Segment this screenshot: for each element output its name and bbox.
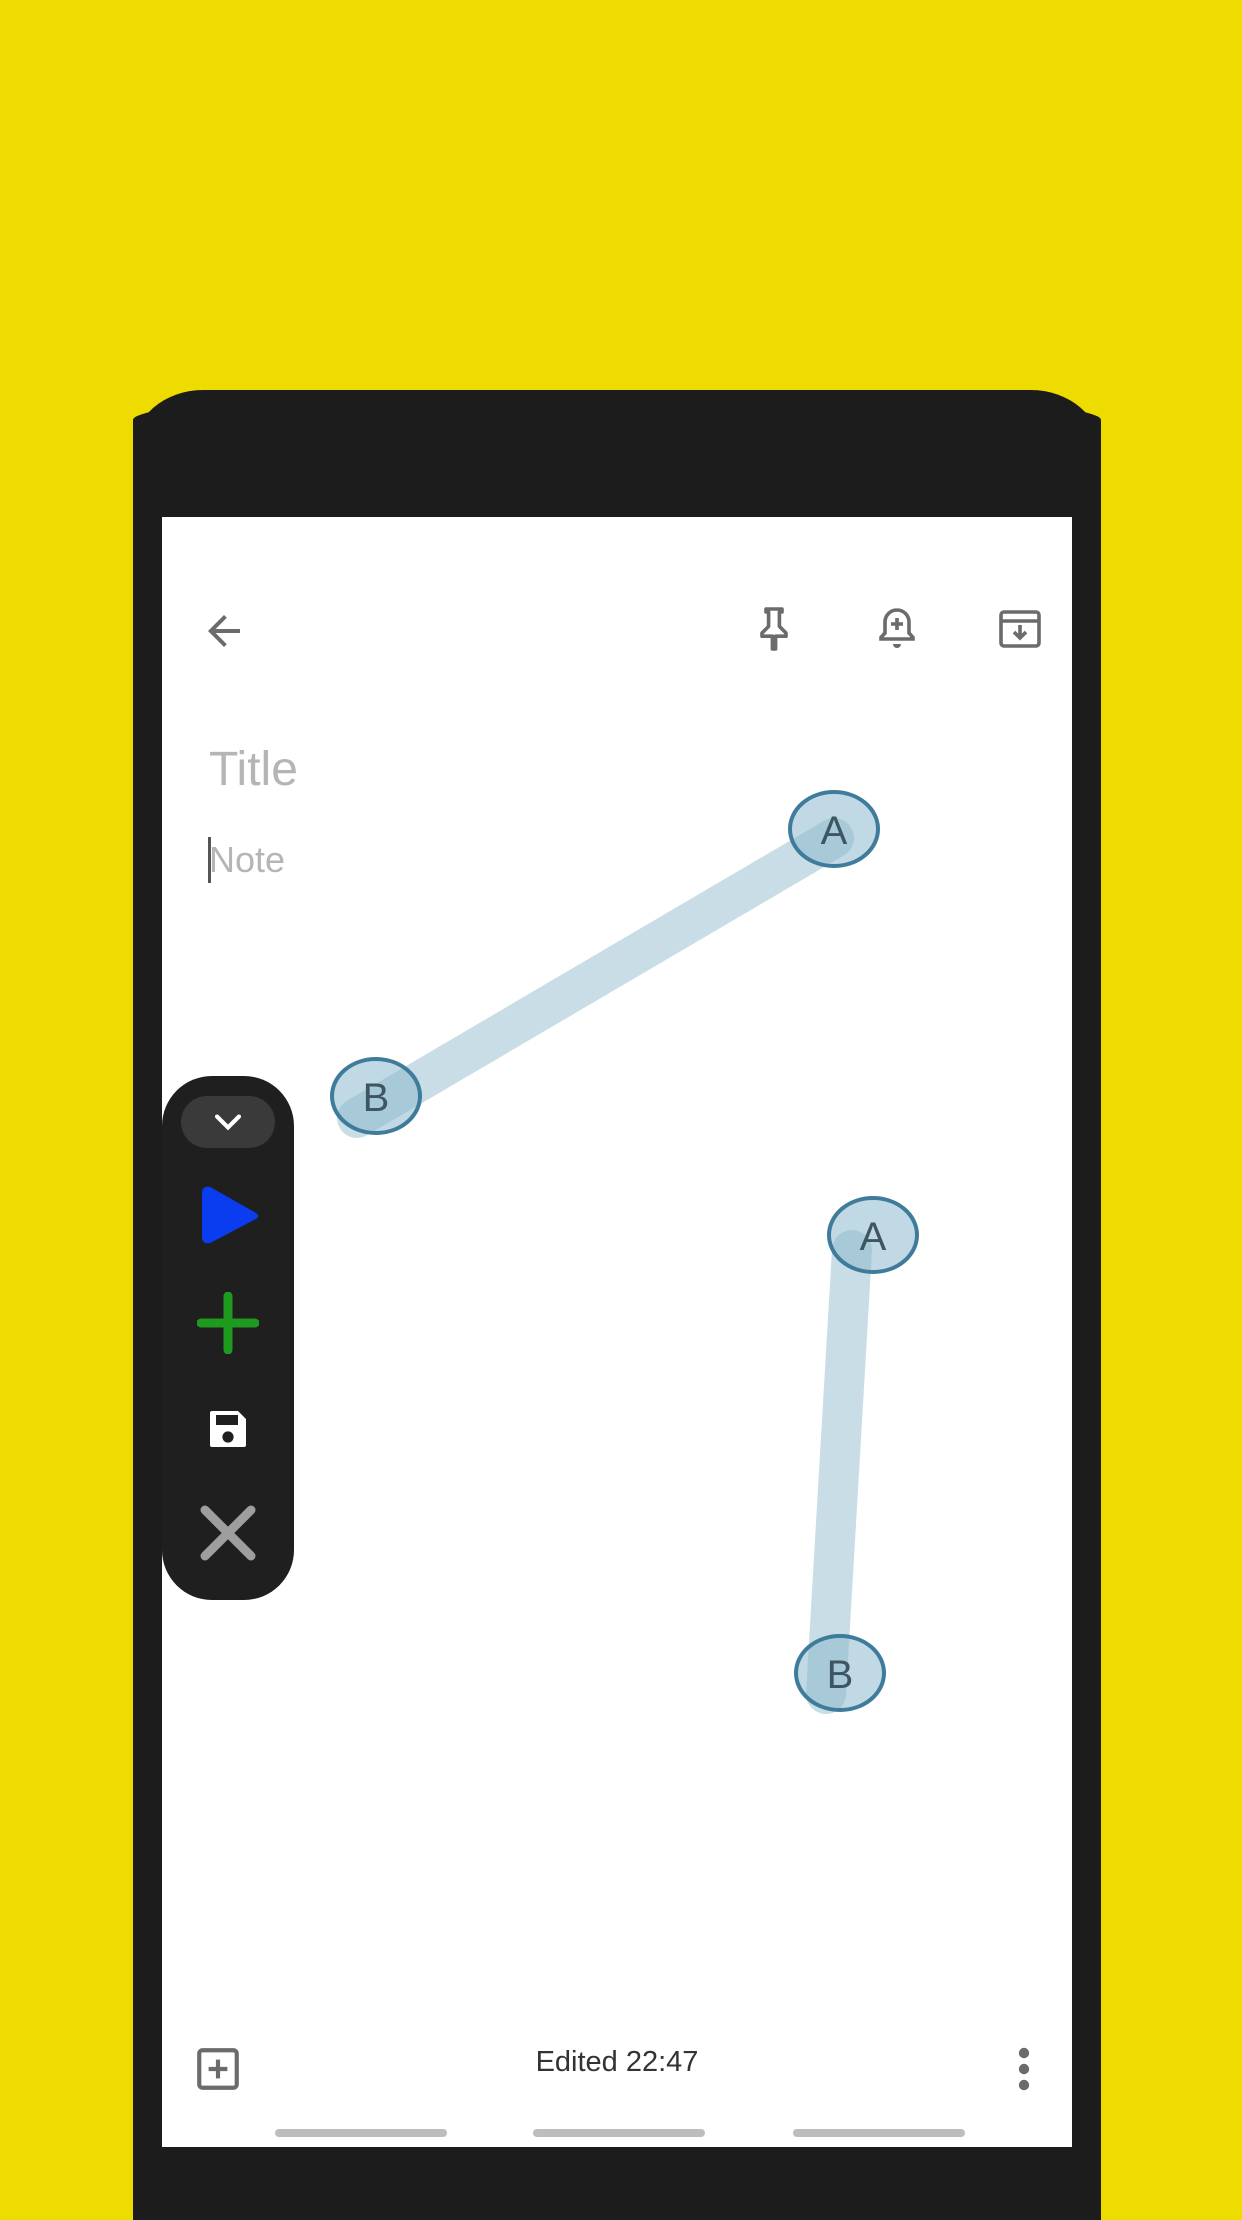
play-button[interactable] bbox=[162, 1178, 294, 1252]
gesture-swipe-1: A B bbox=[330, 790, 880, 1138]
gesture-swipe-2-end-label: B bbox=[827, 1653, 854, 1697]
gesture-swipe-2-path bbox=[806, 1230, 872, 1714]
plus-icon bbox=[197, 1292, 259, 1354]
save-icon bbox=[210, 1411, 246, 1447]
gesture-swipe-1-end-label: B bbox=[363, 1076, 390, 1120]
gesture-swipe-1-path bbox=[337, 818, 854, 1138]
save-button[interactable] bbox=[162, 1392, 294, 1466]
collapse-panel-button[interactable] bbox=[181, 1096, 275, 1148]
gesture-swipe-1-start-label: A bbox=[821, 809, 848, 853]
play-icon bbox=[202, 1186, 259, 1244]
close-panel-button[interactable] bbox=[162, 1496, 294, 1570]
gesture-swipe-2-start-label: A bbox=[860, 1215, 887, 1259]
add-action-button[interactable] bbox=[162, 1286, 294, 1360]
close-icon bbox=[200, 1505, 256, 1561]
automation-panel bbox=[162, 1076, 294, 1600]
chevron-down-icon bbox=[214, 1114, 242, 1131]
gesture-swipe-2: A B bbox=[794, 1196, 919, 1714]
